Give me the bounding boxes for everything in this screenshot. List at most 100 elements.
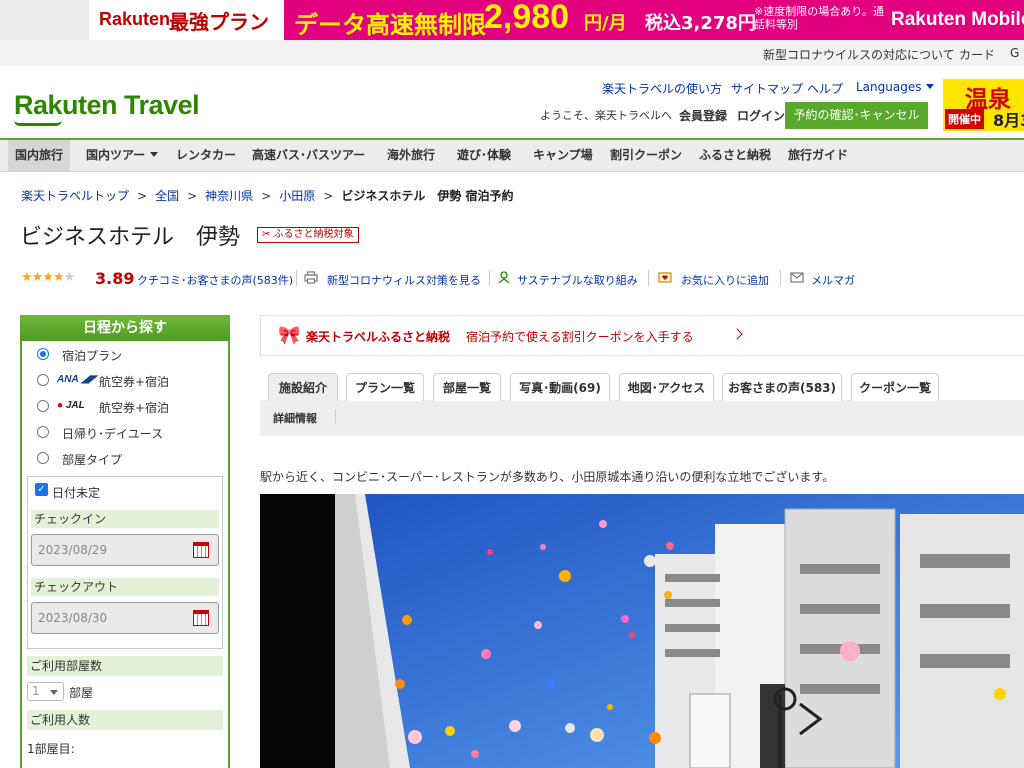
room1-label: 1部屋目:: [27, 742, 75, 756]
register-link[interactable]: 会員登録: [679, 107, 727, 124]
checkin-value: 2023/08/29: [38, 543, 108, 557]
onsen-campaign-banner[interactable]: 温泉 開催中 8月3: [943, 79, 1024, 131]
sustainable-link[interactable]: サステナブルな取り組み: [517, 272, 638, 288]
tab-coupons[interactable]: クーポン一覧: [851, 373, 939, 401]
more-link[interactable]: G: [1010, 46, 1019, 60]
ad-banner[interactable]: Rakuten 最強プラン データ高速無制限 2,980 円/月 税込3,278…: [89, 0, 1024, 40]
tab-rooms[interactable]: 部屋一覧: [433, 373, 501, 401]
ana-logo-icon: ANA ◢◤: [57, 374, 97, 385]
rooms-select[interactable]: 1: [27, 682, 64, 701]
reviews-link[interactable]: クチコミ･お客さまの声(583件): [137, 272, 293, 288]
ad-brand-logo: Rakuten: [99, 9, 171, 29]
nav-activities[interactable]: 遊び･体験: [457, 140, 511, 171]
tab-map[interactable]: 地図･アクセス: [619, 373, 714, 401]
newsletter-link[interactable]: メルマガ: [811, 272, 855, 288]
languages-dropdown[interactable]: Languages: [856, 80, 935, 94]
hotel-photo[interactable]: [260, 494, 1024, 768]
chevron-right-icon: [731, 328, 743, 340]
nav-furusato[interactable]: ふるさと納税: [699, 140, 771, 171]
star-empty-icon: ★: [63, 270, 76, 285]
rating-stars: ★★★★★: [21, 270, 76, 285]
login-link[interactable]: ログイン: [737, 107, 785, 124]
nav-domestic-tour[interactable]: 国内ツアー: [86, 140, 159, 171]
rooms-label: ご利用部屋数: [27, 656, 223, 676]
nav-domestic[interactable]: 国内旅行: [8, 140, 71, 171]
tab-content-bar: [260, 400, 1024, 436]
option-label: 航空券+宿泊: [99, 375, 170, 389]
divider: [335, 410, 336, 424]
site-logo[interactable]: Rakuten Travel: [14, 90, 200, 130]
ad-note: ※速度制限の場合あり。通話料等別: [754, 5, 884, 31]
breadcrumb-sep: >: [187, 189, 198, 203]
nav-guide[interactable]: 旅行ガイド: [788, 140, 848, 171]
subtab-details[interactable]: 詳細情報: [273, 410, 317, 426]
breadcrumb: 楽天トラベルトップ > 全国 > 神奈川県 > 小田原 > ビジネスホテル 伊勢 宿泊予約: [21, 187, 514, 204]
breadcrumb-kanagawa[interactable]: 神奈川県: [205, 189, 253, 203]
utility-bar: 新型コロナウイルスの対応について カード G: [0, 40, 1024, 66]
welcome-text: ようこそ、楽天トラベルへ: [540, 109, 672, 122]
tab-photos[interactable]: 写真･動画(69): [510, 373, 610, 401]
undecided-checkbox[interactable]: ✓: [35, 483, 48, 496]
rating-score: 3.89: [95, 269, 135, 288]
promo-text: 宿泊予約で使える割引クーポンを入手する: [466, 330, 694, 344]
checkout-label: チェックアウト: [31, 578, 219, 596]
option-label: 部屋タイプ: [62, 453, 123, 467]
checkin-label: チェックイン: [31, 510, 219, 528]
option-label: 航空券+宿泊: [99, 401, 170, 415]
furusato-badge[interactable]: ✂ ふるさと納税対象: [257, 227, 359, 243]
ad-tax: 税込3,278円: [645, 13, 756, 34]
breadcrumb-top[interactable]: 楽天トラベルトップ: [21, 189, 129, 203]
nav-overseas[interactable]: 海外旅行: [387, 140, 435, 171]
ad-price: 2,980: [484, 0, 570, 36]
hotel-description: 駅から近く、コンビニ･スーパー･レストランが多数あり、小田原城本通り沿いの便利な…: [260, 470, 835, 484]
radio-button[interactable]: [37, 426, 49, 438]
rooms-value: 1: [32, 684, 40, 698]
breadcrumb-sep: >: [137, 189, 148, 203]
nav-camp[interactable]: キャンプ場: [533, 140, 593, 171]
radio-button[interactable]: [37, 348, 49, 360]
radio-button[interactable]: [37, 400, 49, 412]
ad-banner-area: Rakuten 最強プラン データ高速無制限 2,980 円/月 税込3,278…: [0, 0, 1024, 40]
mail-icon: [790, 272, 804, 283]
sustainable-icon: [498, 271, 510, 284]
jal-crane-icon: ●: [57, 400, 64, 411]
furusato-promo-banner[interactable]: 🎀 楽天トラベルふるさと納税 宿泊予約で使える割引クーポンを入手する: [260, 315, 1024, 356]
ribbon-icon: 🎀: [278, 325, 301, 346]
calendar-icon[interactable]: [193, 542, 209, 558]
sitemap-link[interactable]: サイトマップ: [731, 80, 803, 97]
divider: [648, 270, 649, 286]
divider: [296, 270, 297, 286]
breadcrumb-sep: >: [261, 189, 272, 203]
languages-label: Languages: [856, 80, 922, 94]
option-label: 宿泊プラン: [62, 349, 123, 363]
ad-headline: データ高速無制限: [294, 11, 486, 39]
nav-bus[interactable]: 高速バス･バスツアー: [252, 140, 365, 171]
breadcrumb-national[interactable]: 全国: [155, 189, 179, 203]
covid-measures-link[interactable]: 新型コロナウィルス対策を見る: [327, 272, 481, 288]
checkin-input[interactable]: 2023/08/29: [31, 534, 219, 566]
help-link[interactable]: ヘルプ: [807, 80, 843, 97]
add-favorite-link[interactable]: お気に入りに追加: [681, 272, 769, 288]
tab-plans[interactable]: プラン一覧: [346, 373, 424, 401]
nav-rentacar[interactable]: レンタカー: [176, 140, 236, 171]
checkout-input[interactable]: 2023/08/30: [31, 602, 219, 634]
breadcrumb-odawara[interactable]: 小田原: [279, 189, 315, 203]
howto-link[interactable]: 楽天トラベルの使い方: [602, 80, 722, 97]
ad-brand: Rakuten 最強プラン: [89, 0, 284, 40]
nav-coupon[interactable]: 割引クーポン: [610, 140, 682, 171]
global-nav: 国内旅行 国内ツアー レンタカー 高速バス･バスツアー 海外旅行 遊び･体験 キ…: [0, 140, 1024, 172]
ana-logo-text: ANA: [57, 374, 79, 385]
covid-link[interactable]: 新型コロナウイルスの対応について: [763, 46, 955, 63]
star-filled-icon: ★★★★: [21, 270, 65, 285]
reservation-confirm-button[interactable]: 予約の確認･キャンセル: [785, 102, 928, 129]
promo-title: 楽天トラベルふるさと納税: [306, 330, 451, 344]
radio-button[interactable]: [37, 374, 49, 386]
radio-button[interactable]: [37, 452, 49, 464]
logo-text: Rakuten Travel: [14, 90, 200, 120]
sidebar-title: 日程から探す: [20, 315, 230, 341]
tab-reviews[interactable]: お客さまの声(583): [722, 373, 842, 401]
onsen-date: 8月3: [993, 111, 1024, 130]
card-link[interactable]: カード: [959, 46, 995, 63]
calendar-icon[interactable]: [193, 610, 209, 626]
tab-facility[interactable]: 施設紹介: [268, 373, 338, 401]
